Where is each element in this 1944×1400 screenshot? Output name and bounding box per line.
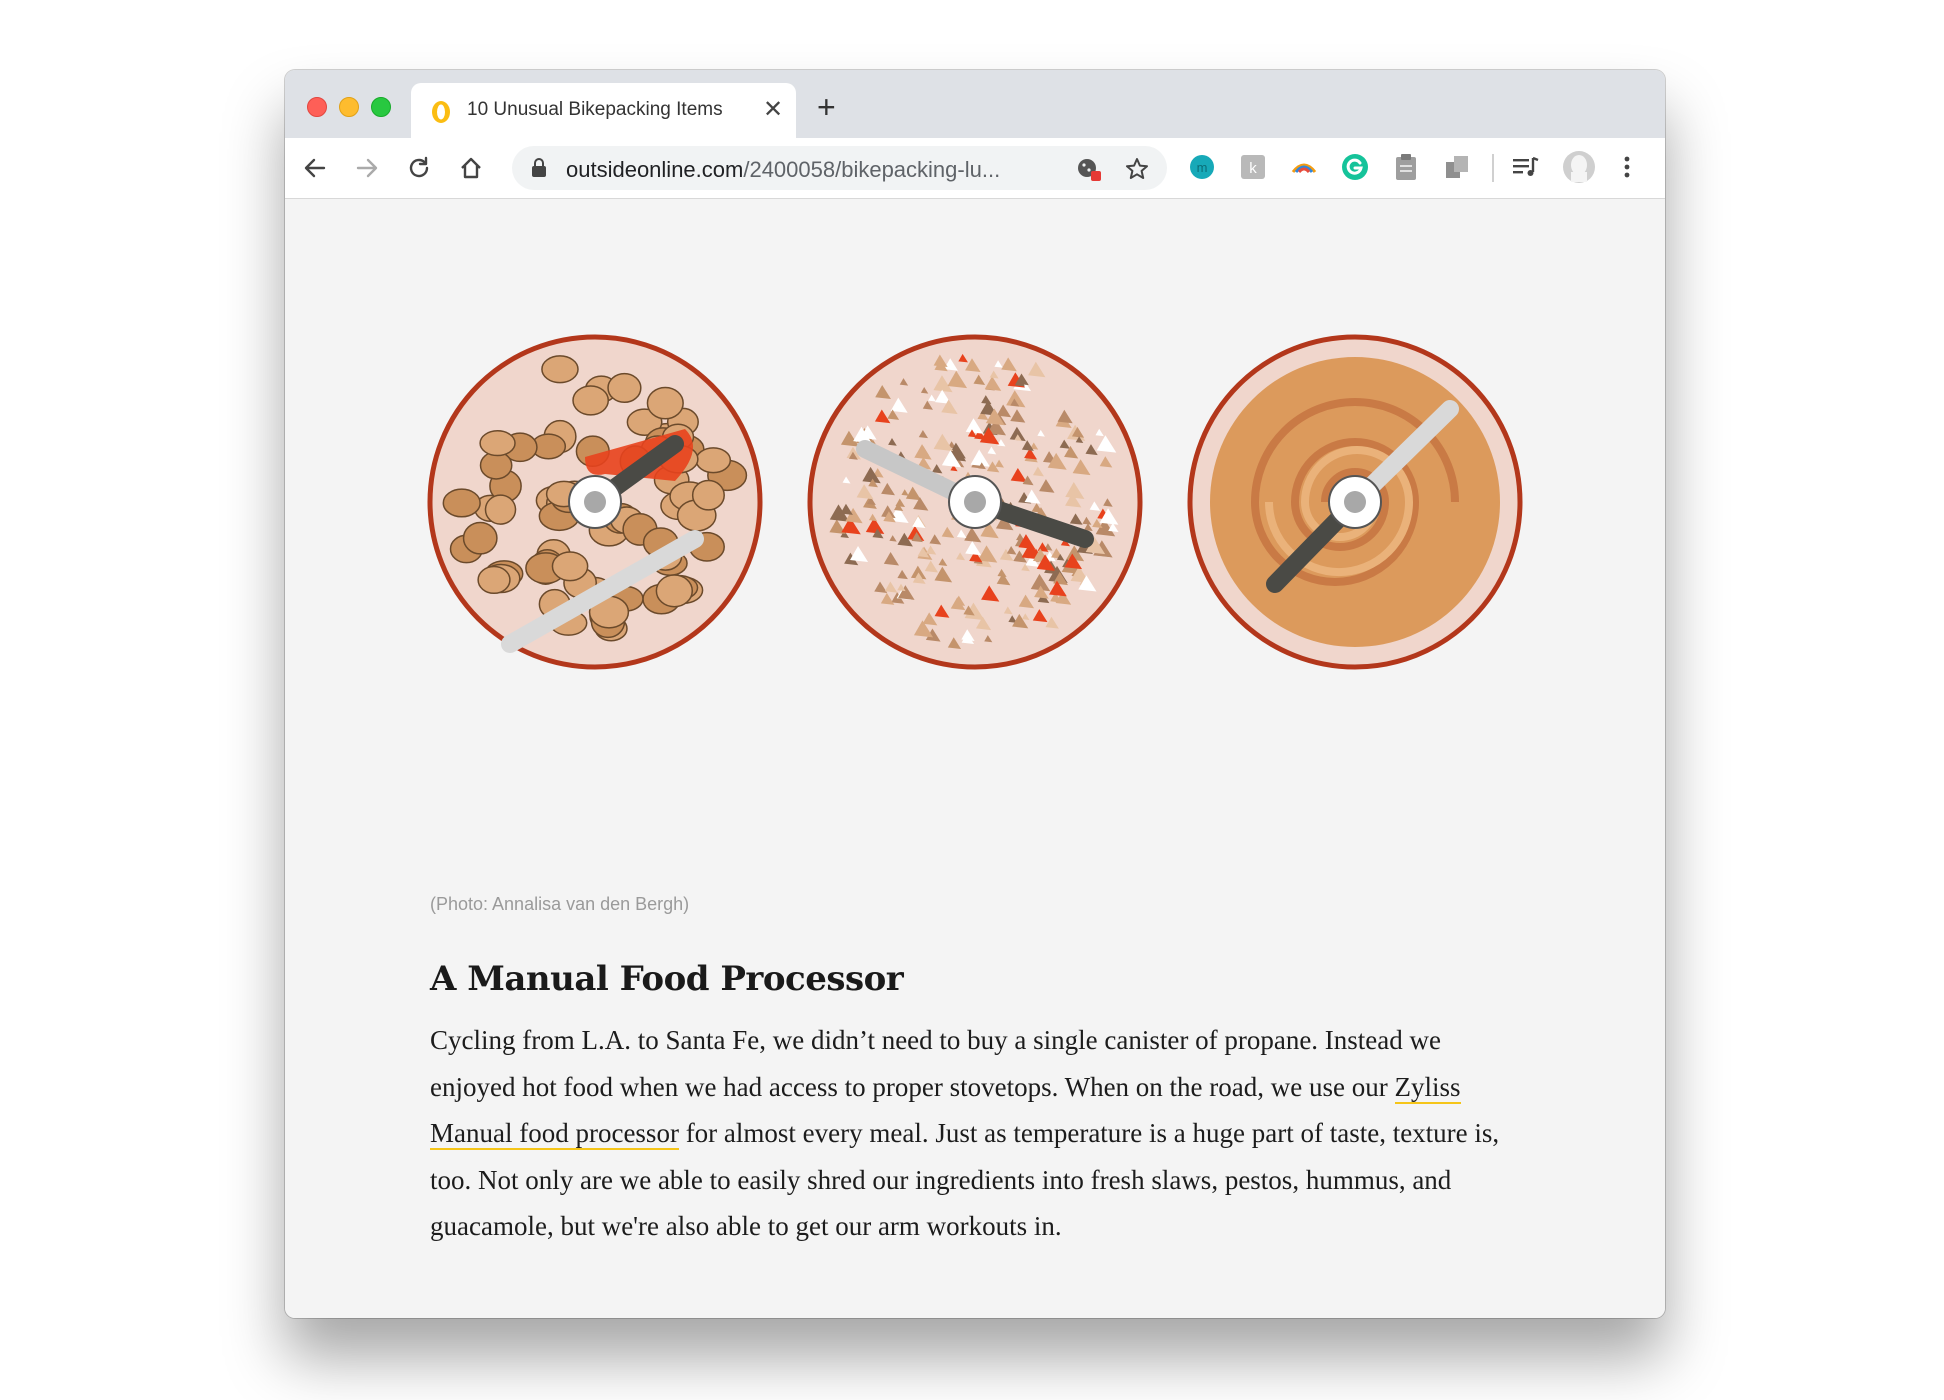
chickpea	[541, 355, 579, 384]
toolbar-divider	[1492, 154, 1494, 182]
chickpeas-bowl	[427, 334, 763, 670]
chickpea	[479, 430, 516, 457]
photo-credit: (Photo: Annalisa van den Bergh)	[430, 894, 690, 914]
media-queue-icon[interactable]	[1511, 153, 1539, 181]
page-content: (Photo: Annalisa van den Bergh) A Manual…	[285, 199, 1665, 1318]
arrow-right-icon	[356, 158, 378, 178]
cookie-blocker-icon[interactable]	[1075, 156, 1103, 182]
paragraph-text-start: Cycling from L.A. to Santa Fe, we didn’t…	[430, 1025, 1441, 1102]
ext-copies-icon[interactable]	[1443, 153, 1471, 181]
zoom-window-button[interactable]	[371, 97, 391, 117]
ext-rainbow-icon[interactable]	[1290, 153, 1318, 181]
url-path: /2400058/bikepacking-lu...	[743, 157, 1001, 182]
lock-icon	[532, 158, 546, 177]
opera-favicon-icon	[432, 101, 450, 123]
browser-tab[interactable]: 10 Unusual Bikepacking Items ✕	[411, 83, 796, 138]
new-tab-button[interactable]: +	[817, 90, 836, 124]
browser-window: 10 Unusual Bikepacking Items ✕ + outside…	[285, 70, 1665, 1318]
chickpea	[691, 479, 725, 511]
chickpea	[551, 551, 589, 582]
url-host: outsideonline.com	[566, 157, 744, 182]
grammarly-icon[interactable]	[1341, 153, 1369, 181]
svg-text:m: m	[1197, 160, 1208, 175]
star-icon[interactable]	[1124, 156, 1150, 182]
close-tab-icon[interactable]: ✕	[763, 95, 783, 125]
chickpea	[484, 494, 517, 525]
ext-notes-icon[interactable]	[1392, 153, 1420, 181]
forward-button[interactable]	[349, 150, 385, 186]
chickpea	[462, 521, 498, 555]
tab-bar: 10 Unusual Bikepacking Items ✕ +	[285, 70, 1665, 138]
chickpea	[695, 447, 732, 474]
home-button[interactable]	[453, 150, 489, 186]
tab-title: 10 Unusual Bikepacking Items	[467, 99, 723, 120]
arrow-left-icon	[304, 158, 326, 178]
chopped-bowl	[807, 334, 1143, 670]
ext-teal-m-icon[interactable]: m	[1188, 153, 1216, 181]
reload-button[interactable]	[401, 150, 437, 186]
profile-avatar-icon[interactable]	[1562, 150, 1596, 184]
menu-dots-icon[interactable]	[1613, 153, 1641, 181]
chickpea	[607, 372, 642, 404]
chickpea	[442, 488, 481, 518]
reload-icon	[409, 156, 429, 178]
section-heading: A Manual Food Processor	[430, 959, 904, 999]
chickpea	[477, 565, 511, 595]
minimize-window-button[interactable]	[339, 97, 359, 117]
close-window-button[interactable]	[307, 97, 327, 117]
chickpea	[655, 574, 694, 608]
url-text: outsideonline.com/2400058/bikepacking-lu…	[566, 157, 1000, 183]
back-button[interactable]	[297, 150, 333, 186]
ext-gray-k-icon[interactable]: k	[1239, 153, 1267, 181]
browser-toolbar: outsideonline.com/2400058/bikepacking-lu…	[285, 138, 1665, 199]
food-processor-illustration	[427, 334, 1523, 670]
home-icon	[461, 157, 481, 179]
chickpea	[646, 386, 684, 420]
chickpea	[572, 385, 610, 416]
svg-text:k: k	[1249, 160, 1257, 177]
article-paragraph: Cycling from L.A. to Santa Fe, we didn’t…	[430, 1017, 1500, 1250]
hummus-bowl	[1187, 334, 1523, 670]
address-bar[interactable]: outsideonline.com/2400058/bikepacking-lu…	[512, 146, 1167, 190]
